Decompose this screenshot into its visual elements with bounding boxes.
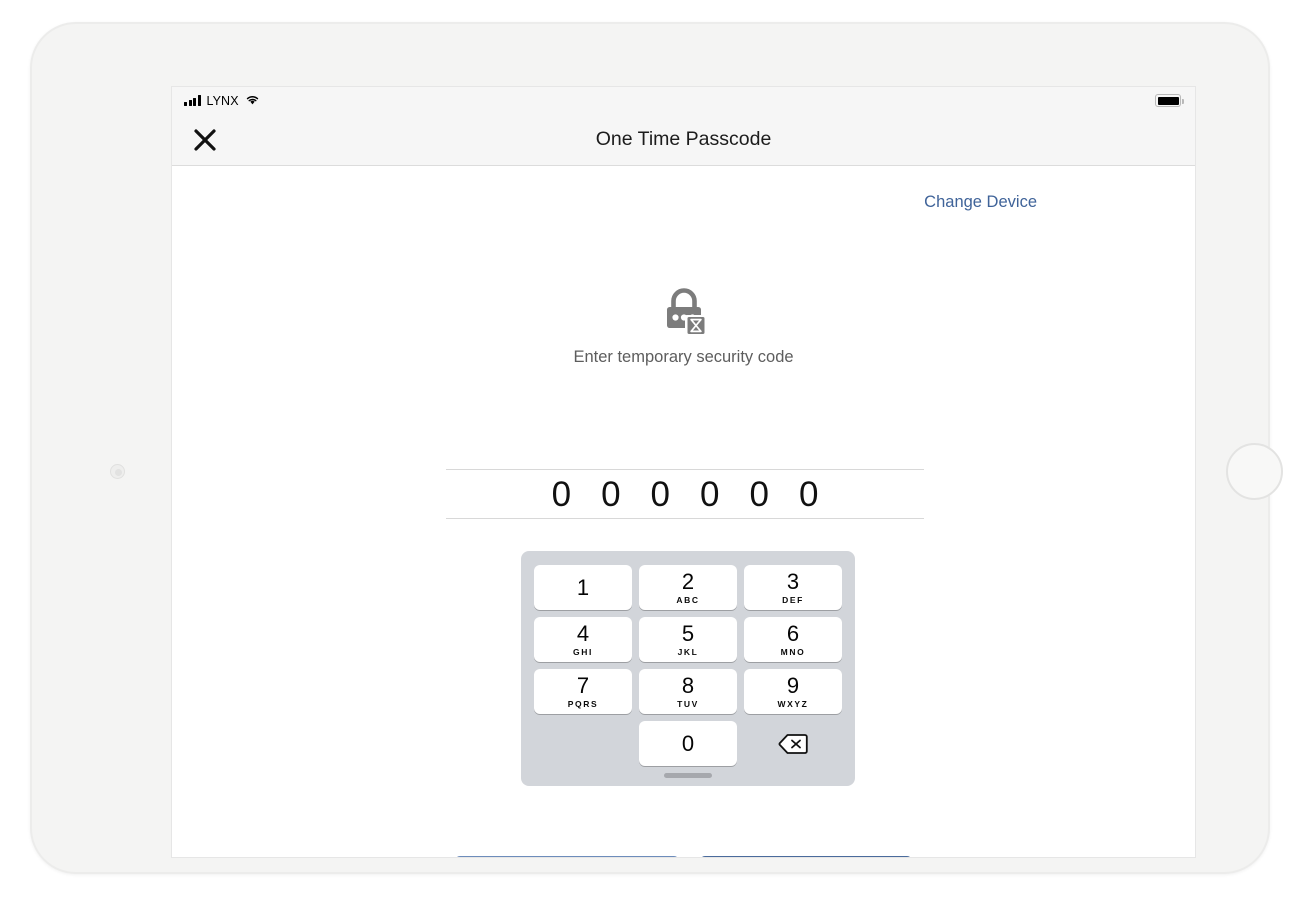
keypad-key-9[interactable]: 9 WXYZ <box>744 669 842 714</box>
key-digit: 2 <box>681 568 695 594</box>
lock-timer-icon <box>660 287 708 342</box>
close-icon[interactable] <box>190 125 220 155</box>
status-bar: LYNX <box>172 87 1195 114</box>
keypad-key-4[interactable]: 4 GHI <box>534 617 632 662</box>
keypad-key-5[interactable]: 5 JKL <box>639 617 737 662</box>
key-digit: 3 <box>786 568 800 594</box>
cellular-signal-icon <box>184 95 201 106</box>
prompt-label: Enter temporary security code <box>573 348 794 366</box>
code-input[interactable]: 0 0 0 0 0 0 <box>446 469 924 519</box>
code-digit: 0 <box>798 474 819 514</box>
keypad-key-3[interactable]: 3 DEF <box>744 565 842 610</box>
wifi-icon <box>245 92 260 110</box>
key-digit: 4 <box>576 620 590 646</box>
key-letters: JKL <box>677 646 699 657</box>
battery-full-icon <box>1155 94 1184 107</box>
key-digit: 9 <box>786 672 800 698</box>
keypad-row: 0 <box>534 721 842 766</box>
carrier-label: LYNX <box>206 93 239 108</box>
keypad-spacer <box>534 721 632 766</box>
screen: LYNX One Time Passcode Change Device Ent… <box>171 86 1196 858</box>
key-digit: 1 <box>576 574 590 600</box>
main-content: Change Device Enter temporary security c… <box>172 166 1195 857</box>
numeric-keypad: 1 2 ABC 3 DEF 4 GHI 5 JKL 6 MNO 7 PQRS 8… <box>521 551 855 786</box>
front-camera-icon <box>110 464 125 479</box>
send-button[interactable]: Send <box>700 856 912 857</box>
keypad-key-0[interactable]: 0 <box>639 721 737 766</box>
key-digit: 6 <box>786 620 800 646</box>
home-indicator[interactable] <box>664 773 712 778</box>
keypad-row: 4 GHI 5 JKL 6 MNO <box>534 617 842 662</box>
code-digit: 0 <box>700 474 720 514</box>
key-digit: 0 <box>681 730 695 756</box>
key-letters: MNO <box>780 646 806 657</box>
keypad-row: 1 2 ABC 3 DEF <box>534 565 842 610</box>
keypad-row: 7 PQRS 8 TUV 9 WXYZ <box>534 669 842 714</box>
status-bar-left: LYNX <box>184 92 260 110</box>
backspace-icon[interactable] <box>744 721 842 766</box>
action-buttons: Enter Read Only Send <box>172 856 1195 857</box>
page-title: One Time Passcode <box>595 128 772 150</box>
key-letters: DEF <box>782 594 804 605</box>
keypad-key-8[interactable]: 8 TUV <box>639 669 737 714</box>
code-digit: 0 <box>601 474 621 514</box>
code-digit: 0 <box>650 474 670 514</box>
key-digit: 7 <box>576 672 590 698</box>
key-digit: 5 <box>681 620 695 646</box>
key-letters: ABC <box>676 594 700 605</box>
enter-read-only-button[interactable]: Enter Read Only <box>455 856 679 857</box>
change-device-link[interactable]: Change Device <box>924 193 1037 212</box>
keypad-key-7[interactable]: 7 PQRS <box>534 669 632 714</box>
key-letters: TUV <box>677 698 699 709</box>
key-digit: 8 <box>681 672 695 698</box>
tablet-device-frame: LYNX One Time Passcode Change Device Ent… <box>30 22 1283 874</box>
key-letters: WXYZ <box>777 698 809 709</box>
keypad-key-2[interactable]: 2 ABC <box>639 565 737 610</box>
nav-bar: One Time Passcode <box>172 114 1195 166</box>
key-letters: GHI <box>573 646 593 657</box>
key-letters: PQRS <box>567 698 599 709</box>
home-button[interactable] <box>1226 443 1283 500</box>
code-digit: 0 <box>749 474 769 514</box>
keypad-key-1[interactable]: 1 <box>534 565 632 610</box>
code-digit: 0 <box>551 474 572 514</box>
keypad-key-6[interactable]: 6 MNO <box>744 617 842 662</box>
lock-icon-container <box>172 287 1195 342</box>
